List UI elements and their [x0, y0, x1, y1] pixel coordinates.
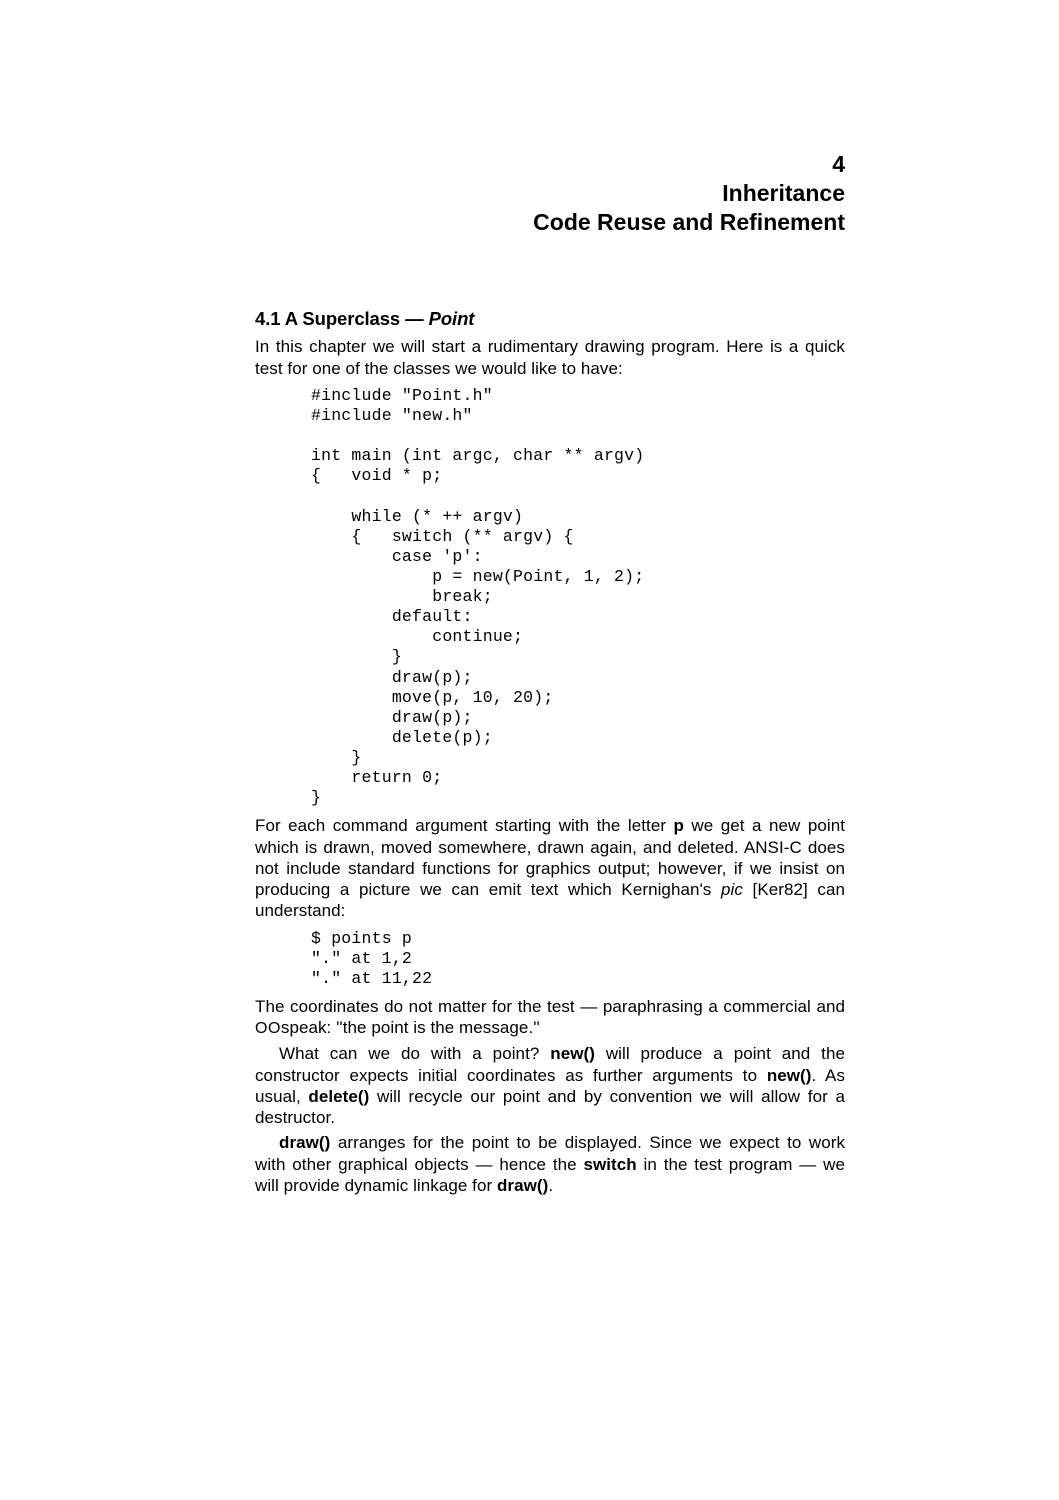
paragraph-1: In this chapter we will start a rudiment… — [255, 336, 845, 379]
code-block-2: $ points p "." at 1,2 "." at 11,22 — [311, 929, 845, 989]
section-title-italic: Point — [429, 308, 475, 329]
page: 4 Inheritance Code Reuse and Refinement … — [0, 0, 1059, 1500]
smallcaps-oo: OO — [255, 1020, 281, 1037]
text-run: speak: ''the point is the message.'' — [281, 1018, 540, 1037]
bold-draw-2: draw() — [497, 1176, 548, 1195]
code-block-1: #include "Point.h" #include "new.h" int … — [311, 386, 845, 809]
bold-new-1: new() — [550, 1044, 595, 1063]
bold-new-2: new() — [767, 1066, 812, 1085]
bold-switch: switch — [583, 1155, 636, 1174]
chapter-title-line-2: Code Reuse and Refinement — [255, 208, 845, 237]
content-column: 4 Inheritance Code Reuse and Refinement … — [255, 150, 845, 1200]
section-title-prefix: A Superclass — — [285, 308, 424, 329]
text-run: The coordinates do not matter for the te… — [255, 997, 845, 1016]
section-heading: 4.1 A Superclass — Point — [255, 308, 845, 330]
text-run: For each command argument starting with … — [255, 816, 674, 835]
text-run: . — [548, 1176, 553, 1195]
paragraph-4: What can we do with a point? new() will … — [255, 1043, 845, 1128]
chapter-header: 4 Inheritance Code Reuse and Refinement — [255, 150, 845, 236]
paragraph-3: The coordinates do not matter for the te… — [255, 996, 845, 1039]
chapter-number: 4 — [255, 150, 845, 179]
bold-delete: delete() — [308, 1087, 369, 1106]
paragraph-5: draw() arranges for the point to be disp… — [255, 1132, 845, 1196]
text-run: What can we do with a point? — [279, 1044, 550, 1063]
chapter-title-line-1: Inheritance — [255, 179, 845, 208]
paragraph-2: For each command argument starting with … — [255, 815, 845, 921]
bold-draw-1: draw() — [279, 1133, 330, 1152]
section-number: 4.1 — [255, 308, 280, 329]
italic-pic: pic — [721, 880, 743, 899]
bold-letter-p: p — [674, 816, 684, 835]
